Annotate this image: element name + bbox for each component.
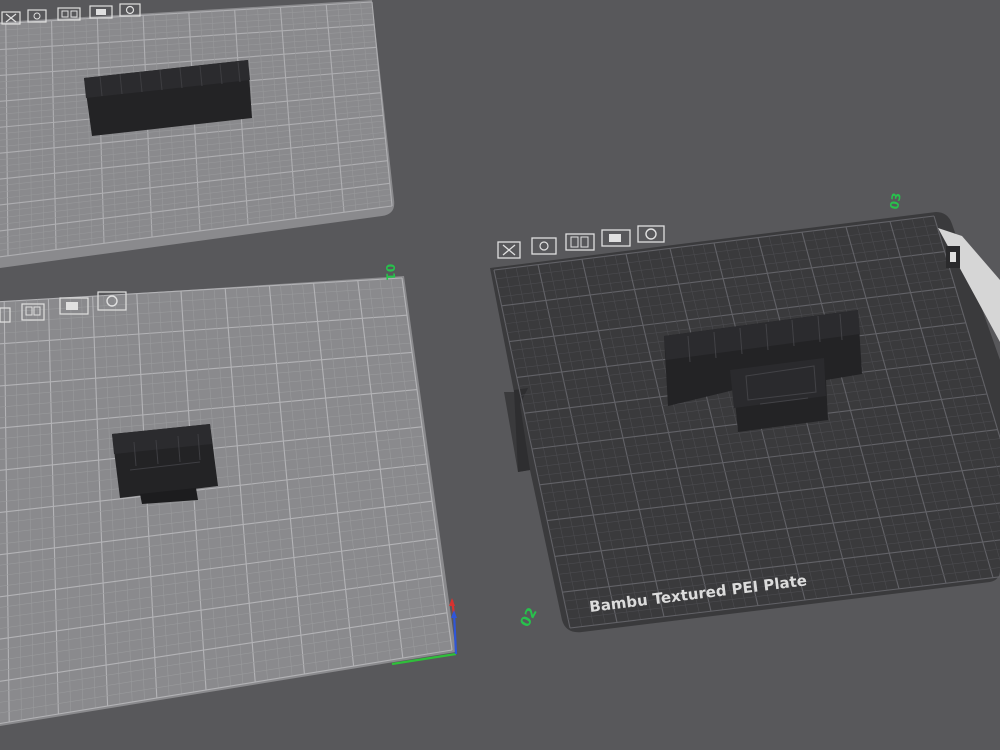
3d-viewport[interactable]: 01 02 03 Bambu Textured PEI Plate: [0, 0, 1000, 750]
plate-number-label-02: 02: [517, 605, 540, 630]
plate-number-label: 03: [887, 192, 904, 211]
scene-canvas[interactable]: 01 02 03 Bambu Textured PEI Plate: [0, 0, 1000, 750]
build-plate-top-left[interactable]: [0, 0, 395, 268]
plate-lock-icon[interactable]: [946, 246, 960, 268]
lock-icon[interactable]: [601, 229, 631, 247]
build-plate-bottom-left[interactable]: 01: [0, 264, 458, 730]
build-plate-right[interactable]: 03 Bambu Textured PEI Plate: [490, 192, 1000, 633]
auto-orient-icon[interactable]: [531, 237, 557, 255]
settings-icon[interactable]: [637, 225, 665, 243]
plate-number-label: 01: [383, 264, 398, 281]
arrange-icon[interactable]: [565, 233, 595, 251]
close-icon[interactable]: [497, 241, 521, 259]
